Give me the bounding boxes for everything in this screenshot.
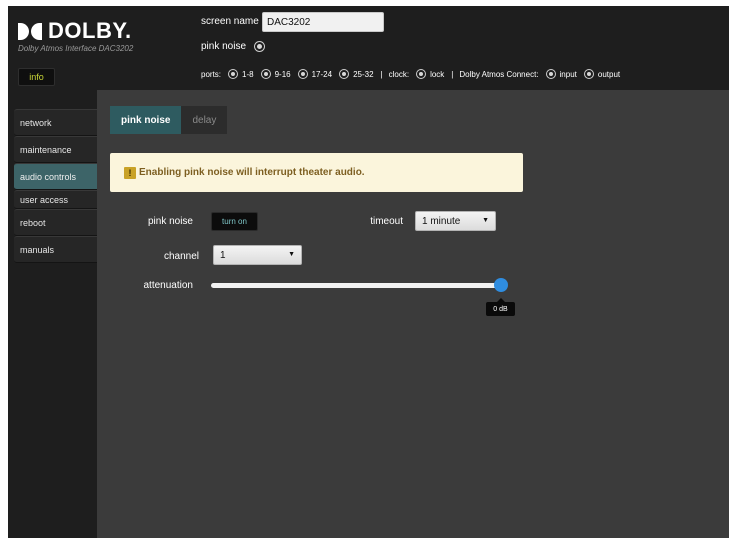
atmos-input-radio[interactable] xyxy=(546,70,555,78)
dolby-logo-icon xyxy=(18,22,42,40)
pink-noise-label: pink noise xyxy=(147,216,193,227)
separator: | xyxy=(451,69,454,79)
channel-label: channel xyxy=(163,251,199,262)
info-button[interactable]: info xyxy=(18,68,55,86)
atmos-output-radio[interactable] xyxy=(584,70,593,78)
port-range-label: 17-24 xyxy=(311,69,333,79)
sidebar-item-user-access[interactable]: user access xyxy=(14,190,97,209)
attenuation-label: attenuation xyxy=(143,280,194,291)
tab-pink-noise[interactable]: pink noise xyxy=(110,106,182,134)
header: DOLBY. Dolby Atmos Interface DAC3202 inf… xyxy=(8,6,729,90)
attenuation-value-tooltip: 0 dB xyxy=(486,298,515,316)
channel-value: 1 xyxy=(220,249,226,261)
chevron-down-icon: ▼ xyxy=(482,217,489,224)
pink-noise-header-label: pink noise xyxy=(201,41,247,52)
pink-noise-status-radio[interactable] xyxy=(255,42,264,51)
input-label: input xyxy=(559,69,577,79)
channel-select[interactable]: 1 ▼ xyxy=(213,245,302,265)
timeout-select[interactable]: 1 minute ▼ xyxy=(415,211,496,231)
logo-text: DOLBY. xyxy=(48,18,132,43)
timeout-value: 1 minute xyxy=(422,215,461,227)
chevron-down-icon: ▼ xyxy=(288,251,295,258)
dolby-logo: DOLBY. xyxy=(18,20,132,42)
ports-label: ports: xyxy=(201,69,222,79)
port-17-24-radio[interactable] xyxy=(298,70,307,78)
port-range-label: 1-8 xyxy=(242,69,254,79)
app-window: DOLBY. Dolby Atmos Interface DAC3202 inf… xyxy=(8,6,729,538)
port-9-16-radio[interactable] xyxy=(261,70,270,78)
port-range-label: 25-32 xyxy=(353,69,374,79)
port-range-label: 9-16 xyxy=(274,69,291,79)
separator: | xyxy=(380,69,383,79)
ports-status-bar: ports: 1-8 9-16 17-24 25-32 | clock: loc… xyxy=(201,68,620,80)
screen-name-label: screen name xyxy=(201,16,259,27)
port-1-8-radio[interactable] xyxy=(229,70,238,78)
sidebar-item-manuals[interactable]: manuals xyxy=(14,236,97,263)
screen-name-input[interactable] xyxy=(262,12,384,32)
output-label: output xyxy=(597,69,621,79)
clock-lock-radio[interactable] xyxy=(417,70,426,78)
sidebar-item-reboot[interactable]: reboot xyxy=(14,209,97,236)
lock-label: lock xyxy=(430,69,445,79)
attenuation-slider-track[interactable] xyxy=(211,283,501,288)
port-25-32-radio[interactable] xyxy=(340,70,349,78)
sidebar-nav: network maintenance audio controls user … xyxy=(14,109,97,263)
turn-on-button[interactable]: turn on xyxy=(211,212,258,231)
main-panel: pink noise delay ! Enabling pink noise w… xyxy=(97,90,729,538)
timeout-label: timeout xyxy=(370,216,403,227)
tab-bar: pink noise delay xyxy=(110,106,228,134)
clock-label: clock: xyxy=(388,69,410,79)
sidebar-item-audio-controls[interactable]: audio controls xyxy=(14,163,97,190)
warning-text: Enabling pink noise will interrupt theat… xyxy=(139,167,365,178)
tab-delay[interactable]: delay xyxy=(181,106,228,134)
attenuation-slider-handle[interactable] xyxy=(494,278,508,292)
sidebar: network maintenance audio controls user … xyxy=(8,90,97,538)
interface-subtitle: Dolby Atmos Interface DAC3202 xyxy=(18,44,134,53)
warning-icon: ! xyxy=(124,166,136,179)
atmos-connect-label: Dolby Atmos Connect: xyxy=(459,69,539,79)
sidebar-item-network[interactable]: network xyxy=(14,109,97,136)
sidebar-item-maintenance[interactable]: maintenance xyxy=(14,136,97,163)
warning-alert: ! Enabling pink noise will interrupt the… xyxy=(110,153,523,192)
